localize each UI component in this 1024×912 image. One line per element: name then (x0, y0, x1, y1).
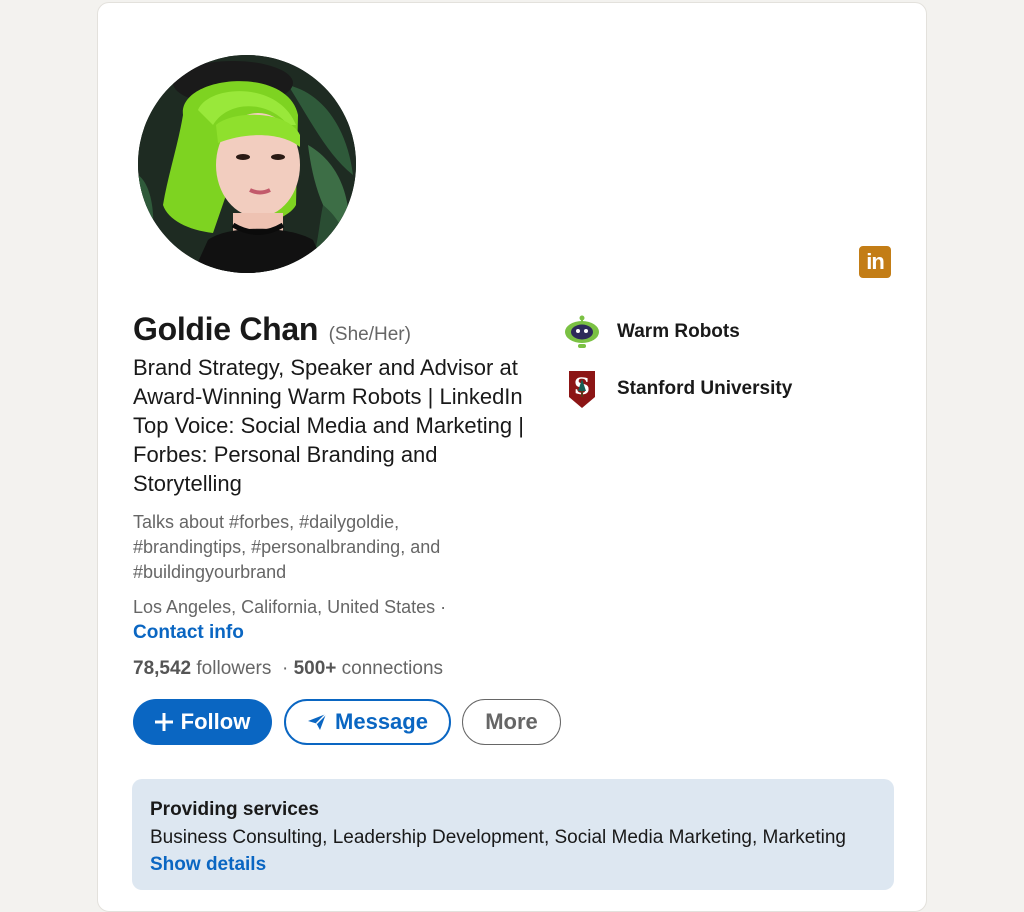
profile-stats: 78,542 followers · 500+ connections (133, 658, 443, 680)
profile-card: in Goldie Chan (She/Her) Brand Strategy,… (97, 2, 927, 912)
services-list: Business Consulting, Leadership Developm… (150, 827, 846, 848)
profile-avatar[interactable] (138, 55, 356, 273)
more-button[interactable]: More (462, 699, 561, 745)
followers-label: followers (196, 658, 272, 679)
org-label-stanford: Stanford University (617, 378, 793, 399)
warm-robots-logo-icon (563, 313, 601, 351)
services-panel[interactable]: Providing services Business Consulting, … (132, 779, 894, 890)
profile-pronouns: (She/Her) (328, 324, 411, 345)
more-label: More (485, 709, 538, 734)
send-icon (308, 713, 327, 730)
followers-stat[interactable]: 78,542 followers (133, 658, 271, 679)
stanford-logo-icon: S (563, 370, 601, 408)
follow-label: Follow (180, 709, 251, 734)
plus-icon (154, 713, 173, 731)
services-title: Providing services (150, 799, 319, 820)
profile-name: Goldie Chan (133, 311, 319, 347)
show-details-link[interactable]: Show details (150, 854, 876, 876)
stats-separator: · (281, 658, 289, 679)
org-item-warm-robots[interactable]: Warm Robots (563, 313, 740, 351)
message-button[interactable]: Message (284, 699, 451, 745)
connections-count: 500+ (293, 658, 337, 679)
connections-label: connections (341, 658, 444, 679)
profile-name-row: Goldie Chan (She/Her) (133, 311, 411, 348)
followers-count: 78,542 (133, 658, 192, 679)
profile-headline: Brand Strategy, Speaker and Advisor at A… (133, 355, 524, 496)
contact-info-link[interactable]: Contact info (133, 622, 244, 644)
follow-button[interactable]: Follow (133, 699, 272, 745)
org-item-stanford[interactable]: S Stanford University (563, 370, 792, 408)
profile-location: Los Angeles, California, United States · (133, 597, 447, 617)
connections-stat[interactable]: 500+ connections (294, 658, 443, 679)
org-label-warm-robots: Warm Robots (617, 321, 740, 342)
message-label: Message (335, 709, 428, 734)
linkedin-logo-icon: in (859, 246, 891, 278)
avatar-photo (138, 55, 356, 273)
talks-about: Talks about #forbes, #dailygoldie, #bran… (133, 512, 441, 582)
